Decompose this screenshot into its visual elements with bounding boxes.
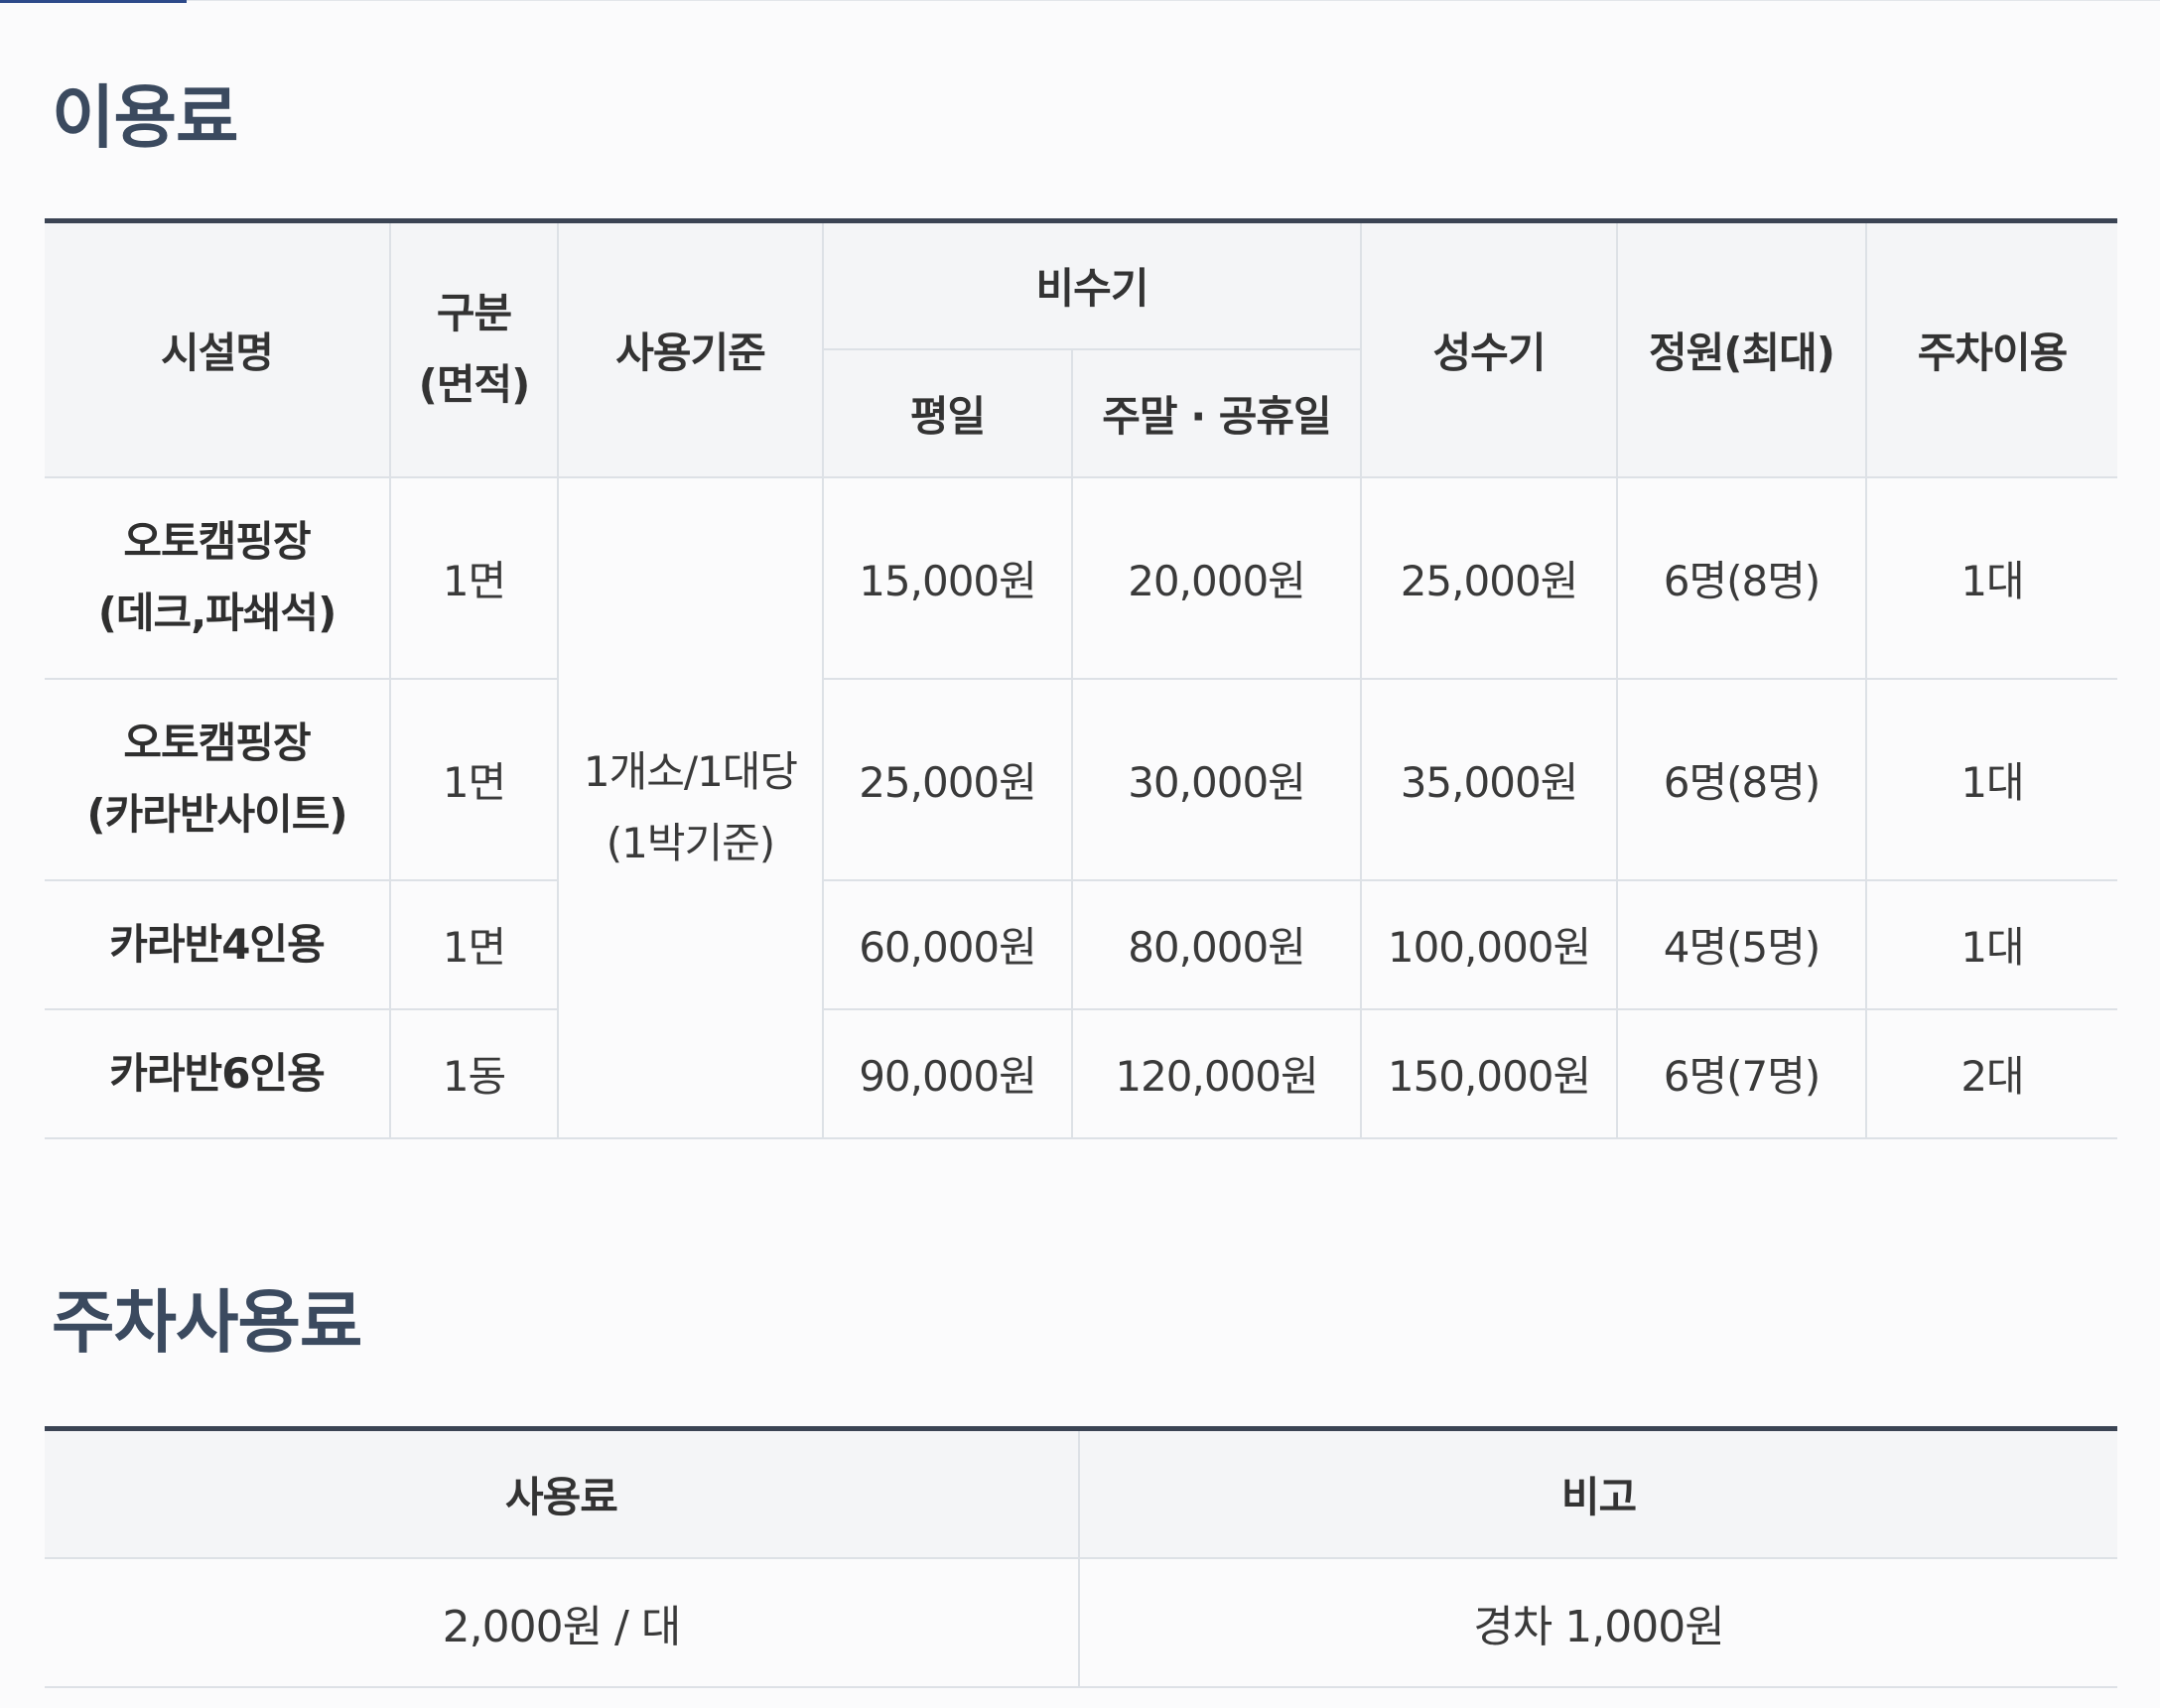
top-divider <box>187 0 2160 1</box>
facility-name: 오토캠핑장 (카라반사이트) <box>45 678 390 881</box>
active-tab-indicator <box>0 0 187 3</box>
table-row: 2,000원 / 대 경차 1,000원 <box>45 1557 2117 1688</box>
division-cell: 1면 <box>389 476 558 680</box>
parking-section-title: 주차사용료 <box>52 1283 362 1363</box>
table-row: 카라반6인용 1동 90,000원 120,000원 150,000원 6명(7… <box>45 1008 2118 1139</box>
header-weekend-holiday: 주말 · 공휴일 <box>1070 348 1362 478</box>
capacity-cell: 4명(5명) <box>1616 879 1867 1010</box>
header-division-line2: (면적) <box>418 360 531 410</box>
peak-price-cell: 25,000원 <box>1360 476 1618 680</box>
facility-name-line1: 오토캠핑장 <box>123 719 311 767</box>
parking-cell: 1대 <box>1865 879 2118 1010</box>
weekday-price-cell: 60,000원 <box>822 879 1072 1010</box>
header-weekday: 평일 <box>822 348 1072 478</box>
table-row: 카라반4인용 1면 60,000원 80,000원 100,000원 4명(5명… <box>45 879 2118 1010</box>
header-division-line1: 구분 <box>436 289 512 338</box>
facility-name: 오토캠핑장 (데크,파쇄석) <box>45 476 390 680</box>
parking-cell: 1대 <box>1865 476 2118 680</box>
parking-cell: 1대 <box>1865 678 2118 881</box>
peak-price-cell: 150,000원 <box>1360 1008 1618 1139</box>
facility-name-line2: (카라반사이트) <box>86 790 347 839</box>
weekend-price-cell: 30,000원 <box>1070 678 1362 881</box>
facility-name: 카라반6인용 <box>45 1008 390 1139</box>
header-parking-fee: 사용료 <box>45 1428 1079 1559</box>
fee-table: 시설명 구분 (면적) 사용기준 비수기 성수기 정원(최대) 주차이용 평일 … <box>45 218 2118 1139</box>
peak-price-cell: 35,000원 <box>1360 678 1618 881</box>
table-row: 오토캠핑장 (데크,파쇄석) 1면 1개소/1대당 (1박기준) 15,000원… <box>45 476 2118 1139</box>
header-division: 구분 (면적) <box>389 220 558 478</box>
weekday-price-cell: 25,000원 <box>822 678 1072 881</box>
header-peak: 성수기 <box>1360 220 1618 478</box>
weekend-price-cell: 80,000원 <box>1070 879 1362 1010</box>
facility-name: 카라반4인용 <box>45 879 390 1010</box>
capacity-cell: 6명(8명) <box>1616 476 1867 680</box>
header-note: 비고 <box>1078 1428 2117 1559</box>
table-row: 오토캠핑장 (카라반사이트) 1면 25,000원 30,000원 35,000… <box>45 678 2118 881</box>
capacity-cell: 6명(7명) <box>1616 1008 1867 1139</box>
capacity-cell: 6명(8명) <box>1616 678 1867 881</box>
basis-line1: 1개소/1대당 <box>583 746 798 796</box>
parking-fee-cell: 2,000원 / 대 <box>45 1557 1079 1688</box>
header-facility: 시설명 <box>45 220 390 478</box>
division-cell: 1면 <box>389 678 558 881</box>
header-capacity: 정원(최대) <box>1616 220 1867 478</box>
header-basis: 사용기준 <box>557 220 823 478</box>
facility-name-line1: 오토캠핑장 <box>123 517 311 566</box>
parking-cell: 2대 <box>1865 1008 2118 1139</box>
facility-name-line2: (데크,파쇄석) <box>97 589 338 637</box>
parking-fee-table: 사용료 비고 2,000원 / 대 경차 1,000원 <box>45 1426 2117 1688</box>
note-cell: 경차 1,000원 <box>1078 1557 2117 1688</box>
header-off-peak: 비수기 <box>821 220 1362 350</box>
weekend-price-cell: 120,000원 <box>1070 1008 1362 1139</box>
basis-line2: (1박기준) <box>606 818 775 867</box>
basis-cell: 1개소/1대당 (1박기준) <box>557 476 823 1139</box>
division-cell: 1동 <box>389 1008 558 1139</box>
peak-price-cell: 100,000원 <box>1360 879 1618 1010</box>
weekday-price-cell: 15,000원 <box>822 476 1072 680</box>
header-parking: 주차이용 <box>1865 220 2118 478</box>
weekend-price-cell: 20,000원 <box>1070 476 1362 680</box>
weekday-price-cell: 90,000원 <box>822 1008 1072 1139</box>
division-cell: 1면 <box>389 879 558 1010</box>
page: 이용료 시설명 구분 (면적) 사용기준 비수기 성수기 정원(최대) 주차이용… <box>0 0 2160 1708</box>
fee-section-title: 이용료 <box>52 78 238 158</box>
